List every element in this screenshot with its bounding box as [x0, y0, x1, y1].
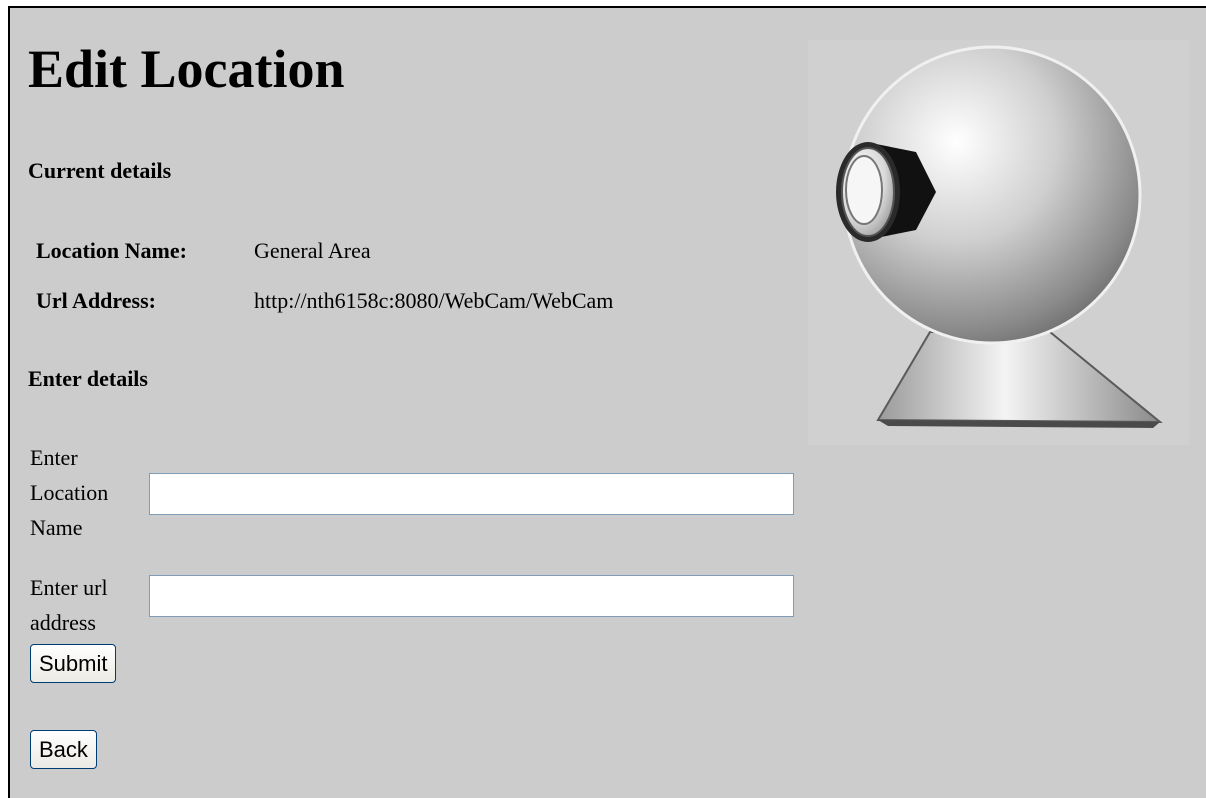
- location-name-input[interactable]: [149, 473, 794, 515]
- enter-location-name-label: Enter Location Name: [30, 440, 108, 545]
- enter-details-heading: Enter details: [28, 366, 148, 391]
- webcam-image: [808, 40, 1189, 445]
- enter-location-name-label-line: Enter: [30, 445, 78, 470]
- enter-location-name-label-line: Location: [30, 480, 109, 505]
- enter-location-name-label-line: Name: [30, 515, 83, 540]
- enter-url-address-label: Enter url address: [30, 570, 108, 640]
- page-title: Edit Location: [28, 39, 345, 99]
- url-address-label: Url Address:: [36, 288, 156, 313]
- webcam-icon: [836, 45, 1163, 428]
- url-address-value: http://nth6158c:8080/WebCam/WebCam: [254, 288, 614, 313]
- page-frame: Edit Location Current details Location N…: [8, 6, 1206, 798]
- enter-url-address-label-line: address: [30, 610, 96, 635]
- submit-button[interactable]: Submit: [30, 644, 117, 683]
- enter-url-address-label-line: Enter url: [30, 575, 108, 600]
- url-address-input[interactable]: [149, 575, 794, 617]
- back-button[interactable]: Back: [30, 730, 97, 769]
- location-name-label: Location Name:: [36, 238, 187, 263]
- location-name-value: General Area: [254, 238, 371, 263]
- current-details-heading: Current details: [28, 158, 172, 183]
